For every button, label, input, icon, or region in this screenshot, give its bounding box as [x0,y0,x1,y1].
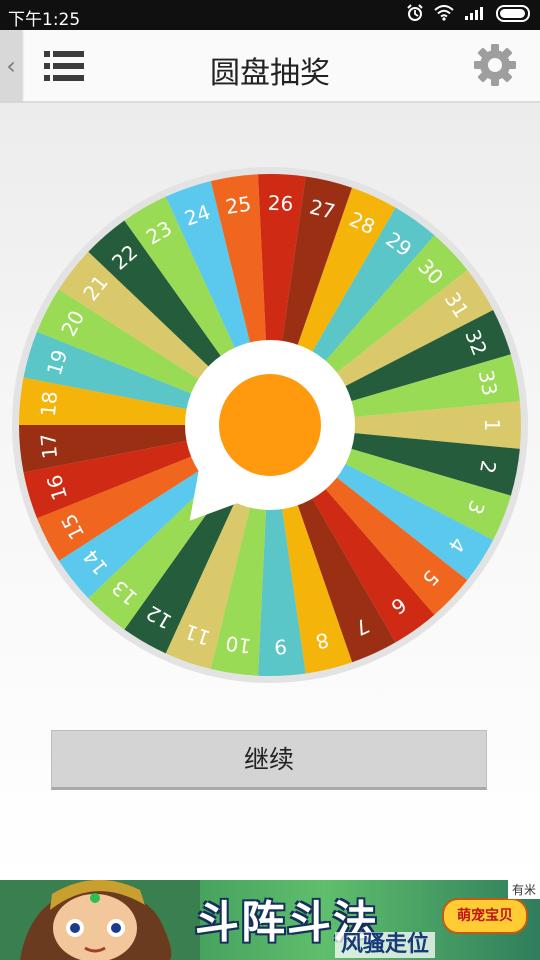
ad-banner[interactable]: 斗阵斗法 风骚走位 萌宠宝贝 有米 [0,880,540,960]
wheel-segment-label: 26 [267,191,294,216]
ad-character-image [0,880,200,960]
gear-icon[interactable] [472,42,518,88]
status-time: 下午1:25 [8,10,81,30]
continue-button[interactable]: 继续 [51,730,487,790]
alarm-icon [407,4,423,21]
signal-icon [465,7,483,20]
wifi-icon [434,5,454,21]
spin-button[interactable] [219,374,321,476]
wheel-segment-label: 9 [274,634,288,659]
wheel-segment-label: 1 [480,419,504,432]
lottery-wheel[interactable]: 123456789101112131415161718192021222324 2… [10,165,530,685]
ad-game-logo: 萌宠宝贝 [442,898,528,934]
wheel-segment-label: 17 [36,432,62,460]
wheel-segment-label: 10 [224,631,253,658]
status-bar: 下午1:25 [0,0,540,30]
ad-subtitle: 风骚走位 [335,932,436,958]
page-title: 圆盘抽奖 [210,56,330,91]
wheel-segment-label: 33 [474,368,502,398]
app-bar: ‹ 圆盘抽奖 [0,30,540,103]
main-content: 1 2 3 4 5 6 7 8 9 10 11 12 13 14 15 16 17 18 19 20 21 22 23 24 2… [0,103,540,880]
wheel-segment-label: 18 [36,390,62,418]
battery-icon [496,4,530,22]
status-icons [406,4,530,22]
wheel-segment-label: 25 [224,192,253,219]
ad-badge: 有米 [507,880,540,899]
